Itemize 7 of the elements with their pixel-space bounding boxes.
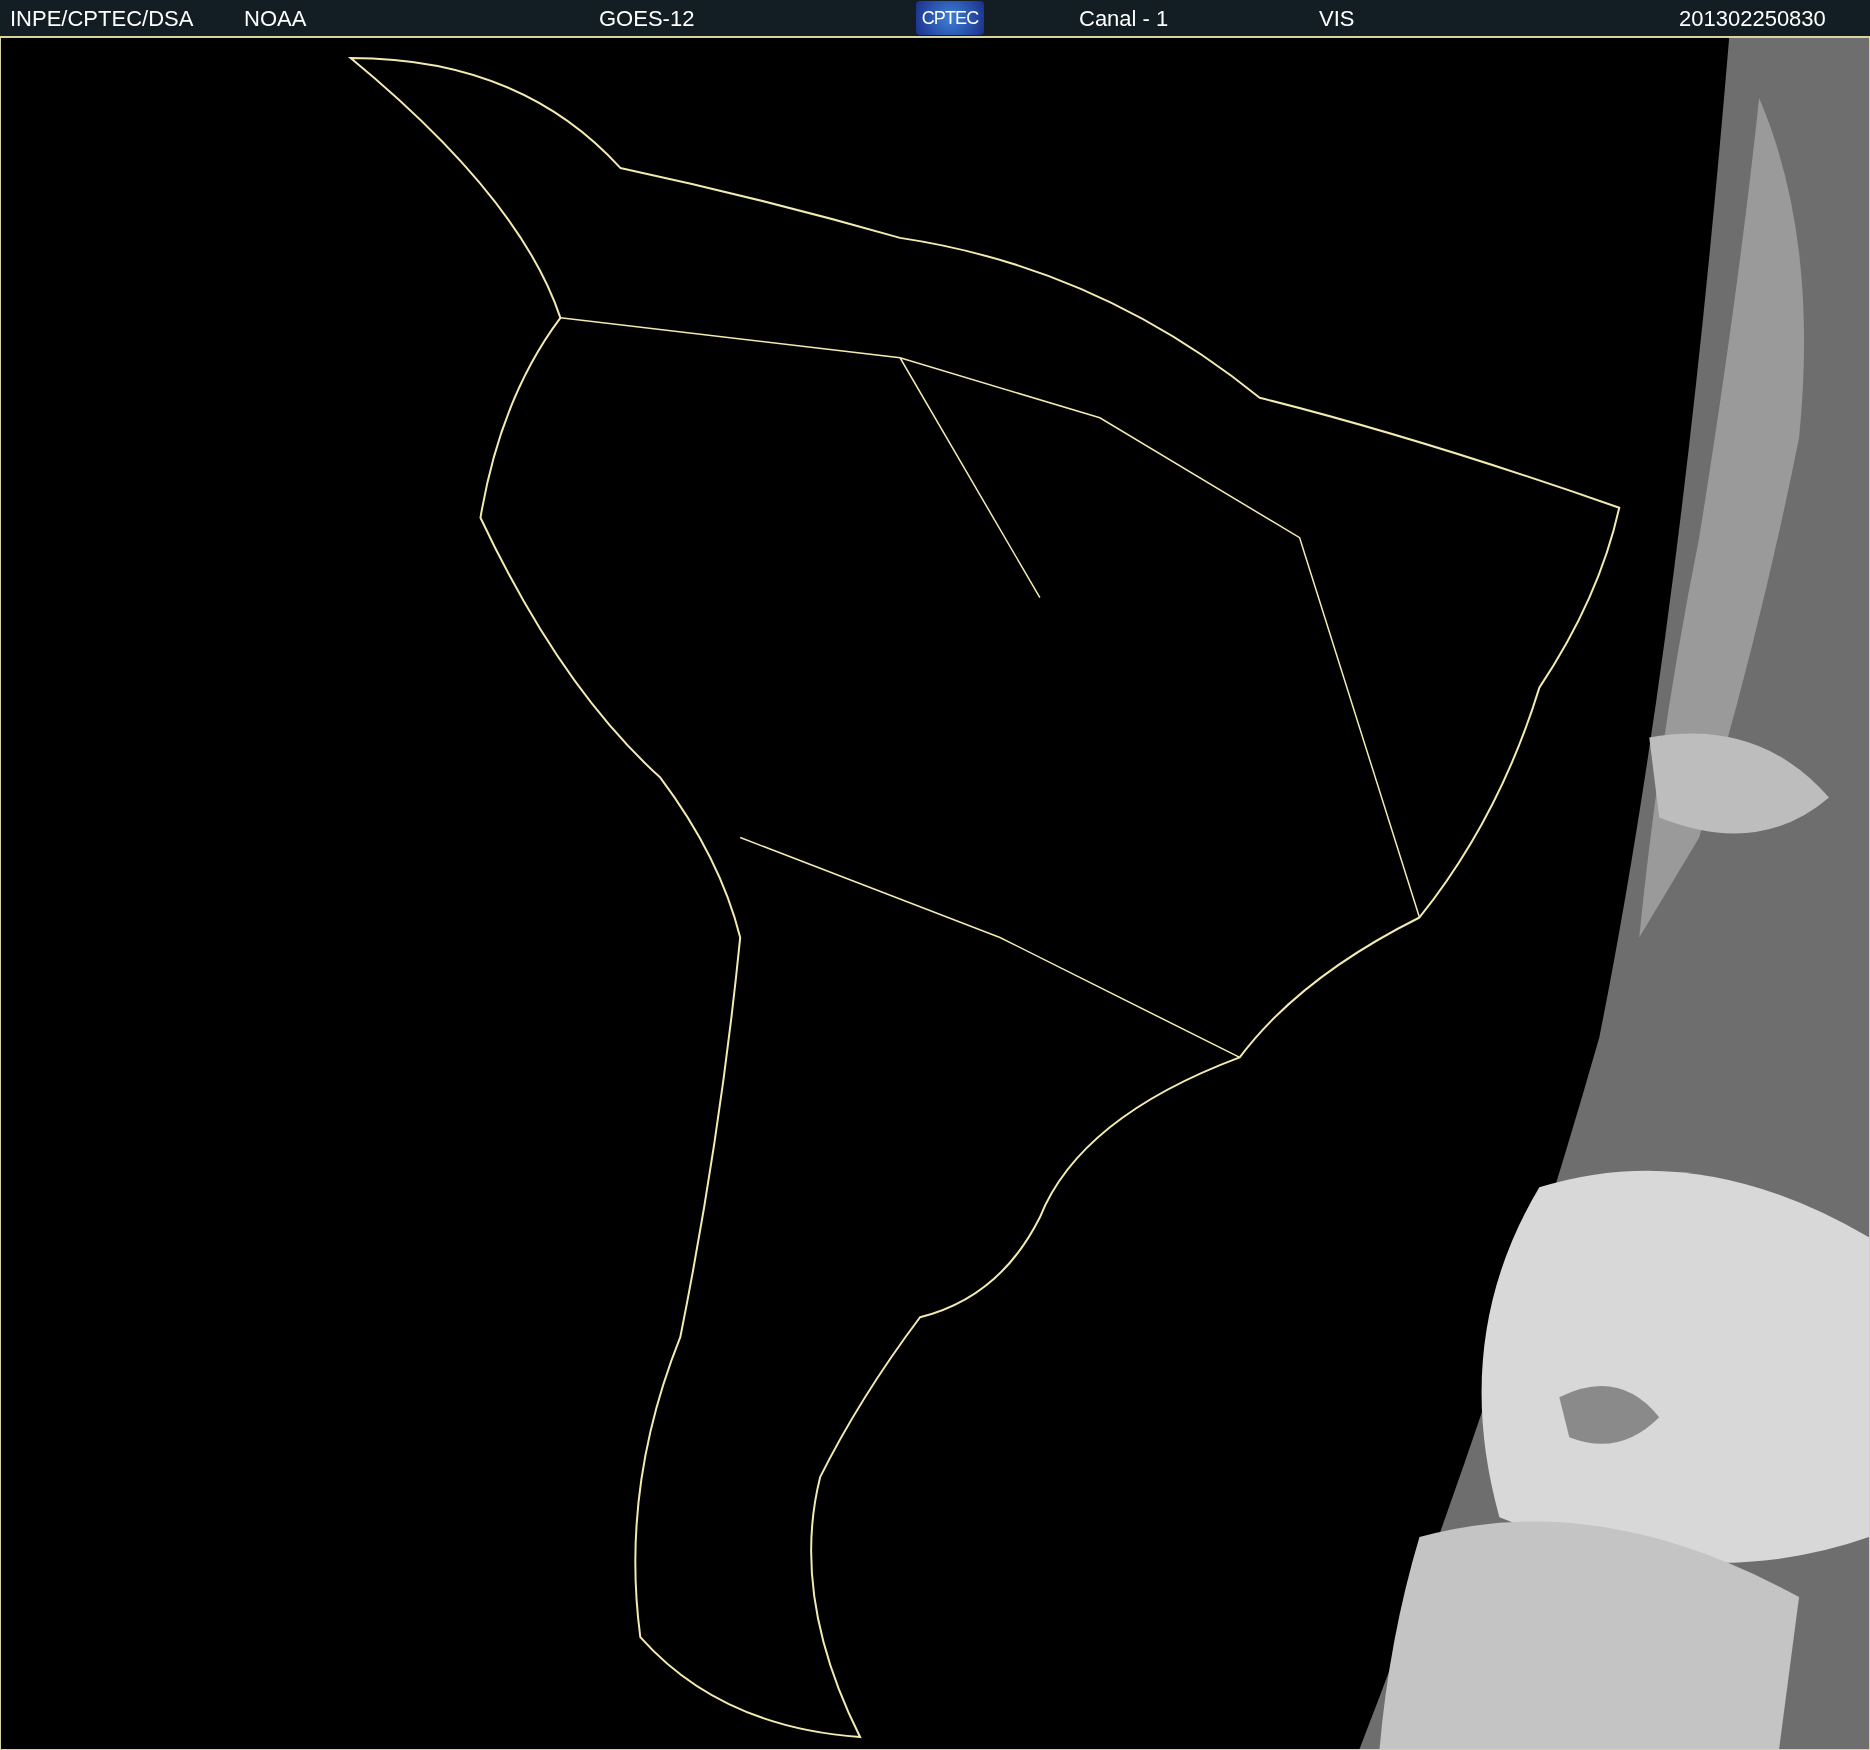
channel-label: Canal - 1	[1079, 4, 1170, 33]
source-label: INPE/CPTEC/DSA	[10, 4, 195, 33]
logo: CPTEC	[916, 1, 984, 35]
agency-label: NOAA	[244, 4, 308, 33]
timestamp-label: 201302250830	[1679, 4, 1826, 33]
band-label: VIS	[1319, 4, 1356, 33]
satellite-label: GOES-12	[599, 4, 696, 33]
